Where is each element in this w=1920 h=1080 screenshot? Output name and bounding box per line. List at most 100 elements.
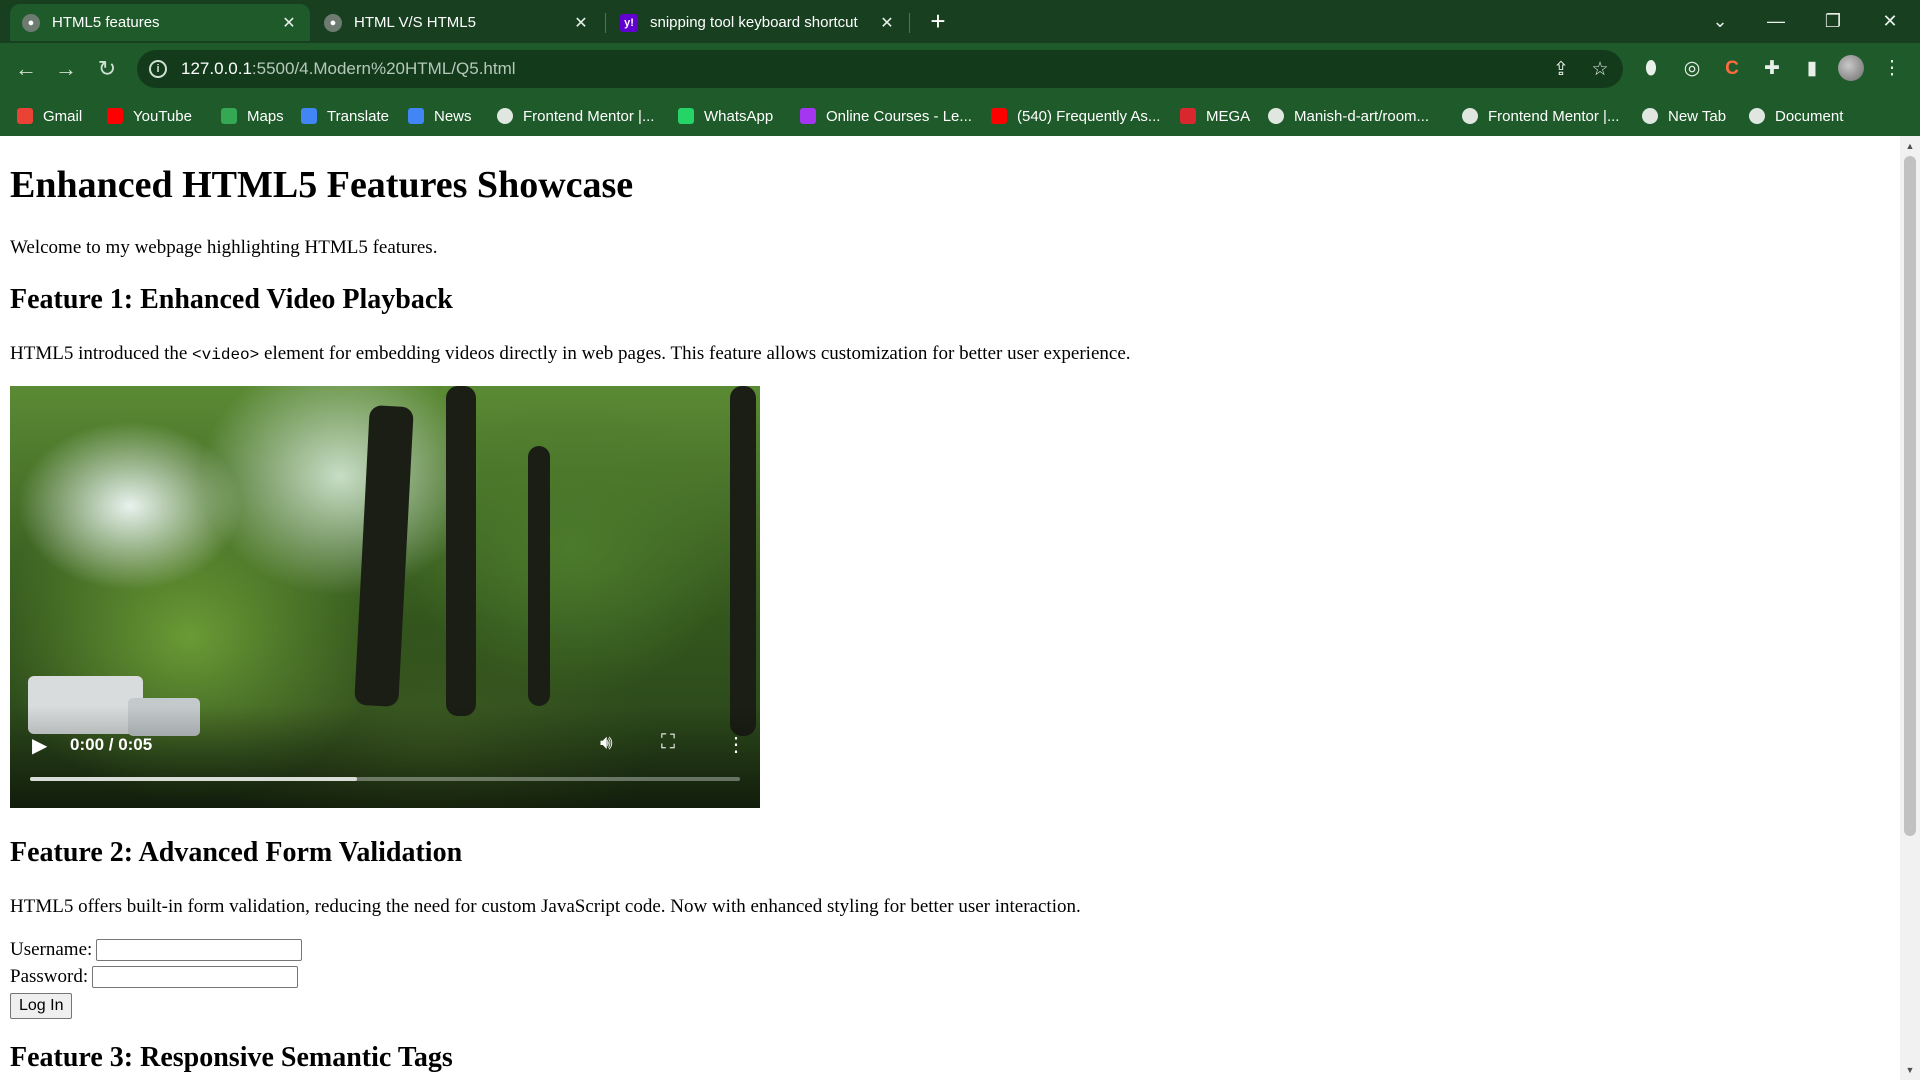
side-panel-icon[interactable]: ▮ [1798, 55, 1826, 83]
feature3-heading: Feature 3: Responsive Semantic Tags [10, 1042, 453, 1073]
intro-text: Welcome to my webpage highlighting HTML5… [10, 237, 438, 258]
bookmark-star-icon[interactable]: ☆ [1588, 58, 1612, 82]
extension-mouse-icon[interactable]: ⬮ [1637, 55, 1665, 83]
scroll-up-icon[interactable]: ▲ [1900, 138, 1920, 154]
bookmark-item[interactable]: Frontend Mentor |... [1462, 104, 1619, 128]
news-icon [408, 108, 424, 124]
menu-kebab-icon[interactable]: ⋮ [1878, 55, 1906, 83]
video-time: 0:00 / 0:05 [70, 735, 153, 754]
bookmark-item[interactable]: Translate [301, 104, 389, 128]
tab-html-vs-html5[interactable]: ● HTML V/S HTML5 ✕ [312, 4, 602, 41]
tab-separator [605, 13, 606, 33]
username-row: Username: [10, 939, 303, 961]
back-icon[interactable]: ← [10, 53, 42, 85]
bookmark-label: Frontend Mentor |... [523, 107, 655, 125]
play-icon[interactable]: ▶ [32, 733, 47, 758]
page-scrollbar[interactable]: ▲ ▼ [1900, 136, 1920, 1080]
scroll-down-icon[interactable]: ▼ [1900, 1062, 1920, 1078]
tree-trunk [528, 446, 550, 706]
url-text[interactable]: 127.0.0.1:5500/4.Modern%20HTML/Q5.html [181, 59, 516, 79]
bookmark-label: Translate [327, 107, 389, 125]
bookmark-label: New Tab [1668, 107, 1727, 125]
bookmark-label: Online Courses - Le... [826, 107, 972, 125]
bookmark-label: WhatsApp [704, 107, 774, 125]
scrollbar-thumb[interactable] [1904, 156, 1916, 836]
extensions-puzzle-icon[interactable]: ✚ [1758, 55, 1786, 83]
youtube-icon [107, 108, 123, 124]
username-label: Username: [10, 939, 93, 960]
feature1-text: HTML5 introduced the <video> element for… [10, 343, 1131, 364]
yahoo-icon: y! [620, 13, 638, 32]
tab-strip: ● HTML5 features ✕ ● HTML V/S HTML5 ✕ y!… [0, 0, 1920, 43]
tab-search-icon[interactable]: ⌄ [1700, 6, 1740, 36]
password-label: Password: [10, 966, 89, 987]
profile-avatar[interactable] [1838, 55, 1864, 81]
github-icon [1268, 108, 1284, 124]
bookmark-item[interactable]: Document [1749, 104, 1843, 128]
bookmark-item[interactable]: Manish-d-art/room... [1268, 104, 1429, 128]
extension-target-icon[interactable]: ◎ [1678, 55, 1706, 83]
reload-icon[interactable]: ↻ [91, 53, 123, 85]
bookmark-item[interactable]: YouTube [107, 104, 192, 128]
globe-icon [1642, 108, 1658, 124]
bookmark-label: News [434, 107, 472, 125]
login-button[interactable]: Log In [10, 993, 73, 1019]
bookmark-item[interactable]: WhatsApp [678, 104, 773, 128]
bookmark-label: Maps [247, 107, 284, 125]
globe-icon: ● [22, 13, 40, 32]
tab-title: HTML5 features [52, 14, 160, 31]
bookmark-label: Document [1775, 107, 1844, 125]
browser-chrome: ● HTML5 features ✕ ● HTML V/S HTML5 ✕ y!… [0, 0, 1920, 136]
tab-title: HTML V/S HTML5 [354, 14, 476, 31]
forward-icon[interactable]: → [50, 53, 82, 85]
maps-icon [221, 108, 237, 124]
video-player[interactable]: ▶ 0:00 / 0:05 🔊︎ ⛶ ⋮ [10, 386, 760, 808]
bookmark-item[interactable]: Gmail [17, 104, 82, 128]
share-icon[interactable]: ⇪ [1549, 58, 1573, 82]
address-bar[interactable]: i 127.0.0.1:5500/4.Modern%20HTML/Q5.html… [137, 50, 1623, 88]
page-title: Enhanced HTML5 Features Showcase [10, 164, 634, 206]
volume-icon[interactable]: 🔊︎ [600, 732, 613, 755]
tab-separator [909, 13, 910, 33]
bookmark-label: Gmail [43, 107, 83, 125]
close-tab-icon[interactable]: ✕ [878, 13, 896, 33]
close-window-icon[interactable]: ✕ [1870, 6, 1910, 36]
bookmark-item[interactable]: New Tab [1642, 104, 1726, 128]
bookmark-label: (540) Frequently As... [1017, 107, 1161, 125]
tree-trunk [446, 386, 476, 716]
close-tab-icon[interactable]: ✕ [280, 13, 298, 33]
video-buffered-bar [30, 777, 357, 781]
video-controls [10, 706, 760, 808]
extension-c-icon[interactable]: C [1718, 55, 1746, 83]
bookmark-label: Frontend Mentor |... [1488, 107, 1620, 125]
site-info-icon[interactable]: i [149, 60, 167, 78]
new-tab-icon[interactable]: + [923, 6, 953, 36]
feature2-text: HTML5 offers built-in form validation, r… [10, 896, 1081, 917]
restore-icon[interactable]: ❐ [1813, 6, 1853, 36]
fullscreen-icon[interactable]: ⛶ [661, 731, 675, 754]
password-row: Password: [10, 966, 299, 988]
bookmark-item[interactable]: Frontend Mentor |... [497, 104, 654, 128]
bookmark-item[interactable]: MEGA [1180, 104, 1250, 128]
video-progress-track[interactable] [30, 777, 740, 781]
whatsapp-icon [678, 108, 694, 124]
bookmark-item[interactable]: News [408, 104, 472, 128]
tree-trunk [730, 386, 756, 736]
bookmark-item[interactable]: (540) Frequently As... [991, 104, 1160, 128]
globe-icon: ● [324, 13, 342, 32]
bookmark-item[interactable]: Online Courses - Le... [800, 104, 972, 128]
password-field[interactable] [92, 966, 299, 988]
bookmark-item[interactable]: Maps [221, 104, 284, 128]
youtube-icon [991, 108, 1007, 124]
minimize-icon[interactable]: — [1756, 6, 1796, 36]
tab-html5-features[interactable]: ● HTML5 features ✕ [10, 4, 310, 41]
more-options-icon[interactable]: ⋮ [726, 732, 746, 757]
username-field[interactable] [96, 939, 303, 961]
close-tab-icon[interactable]: ✕ [572, 13, 590, 33]
tab-title: snipping tool keyboard shortcut [650, 14, 858, 31]
globe-icon [1749, 108, 1765, 124]
mega-icon [1180, 108, 1196, 124]
tab-snipping-tool[interactable]: y! snipping tool keyboard shortcut ✕ [608, 4, 908, 41]
feature2-heading: Feature 2: Advanced Form Validation [10, 837, 463, 868]
bookmarks-bar: Gmail YouTube Maps Translate News Frontend Me… [0, 95, 1920, 136]
